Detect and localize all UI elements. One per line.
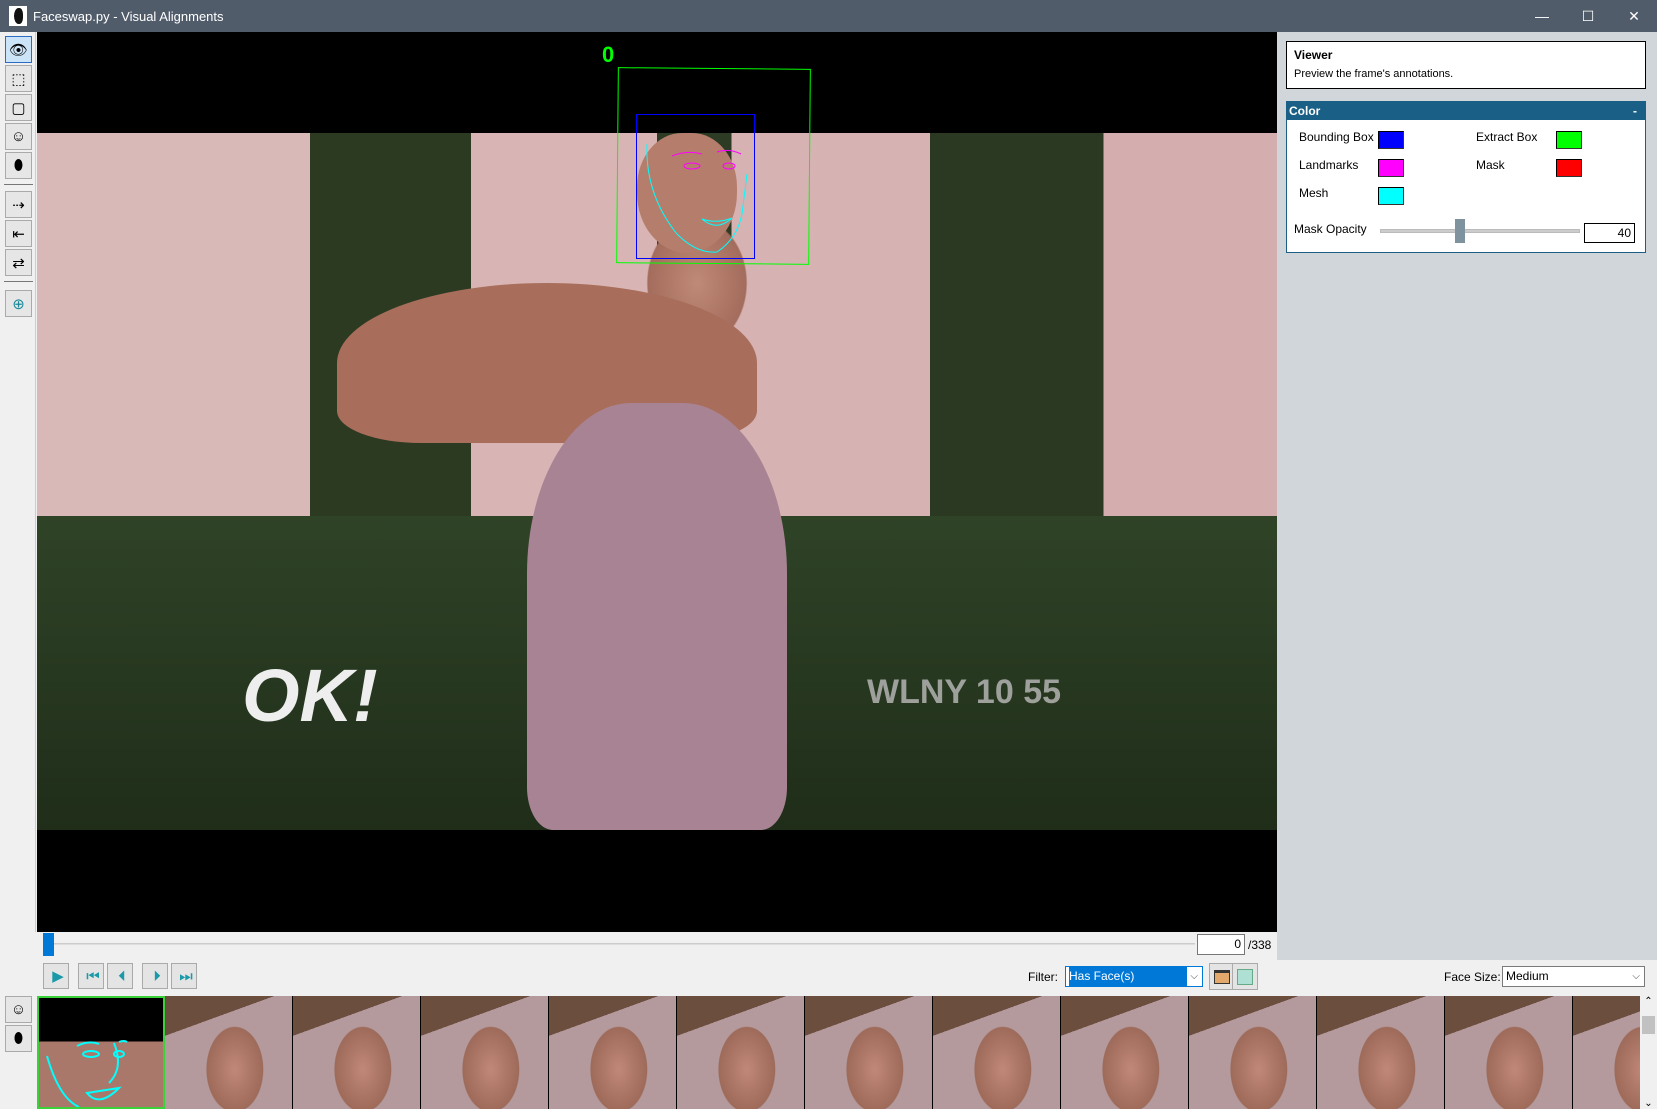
tool-info-title: Viewer bbox=[1294, 48, 1333, 62]
save-icon[interactable] bbox=[1232, 963, 1258, 990]
mask-toggle-icon[interactable]: ⬮ bbox=[5, 1025, 32, 1052]
chevron-down-icon: ⌵ bbox=[1190, 971, 1198, 982]
chevron-down-icon: ⌵ bbox=[1632, 971, 1640, 982]
scroll-down-icon[interactable]: ⌄ bbox=[1640, 1098, 1657, 1109]
mask-opacity-slider-thumb[interactable] bbox=[1455, 219, 1465, 243]
title-bar: Faceswap.py - Visual Alignments — ☐ ✕ bbox=[0, 0, 1657, 32]
filter-select-value: Has Face(s) bbox=[1069, 967, 1187, 986]
toolbar-divider bbox=[4, 281, 33, 282]
tool-info-description: Preview the frame's annotations. bbox=[1294, 68, 1454, 80]
face-thumbnail[interactable] bbox=[1189, 996, 1317, 1109]
thumbnail-mesh-overlay bbox=[46, 1040, 128, 1107]
minimize-button[interactable]: — bbox=[1519, 0, 1565, 32]
next-frame-icon[interactable]: ⏵ bbox=[142, 963, 168, 989]
filmstrip-toolbar: ☺ ⬮ bbox=[0, 996, 36, 1109]
faces-filmstrip bbox=[37, 996, 1640, 1109]
ok-tv-logo: OK! bbox=[242, 654, 378, 737]
tool-info-box: Viewer Preview the frame's annotations. bbox=[1286, 41, 1646, 89]
toolbar-divider bbox=[4, 184, 33, 185]
previous-frame-icon[interactable]: ⏴ bbox=[107, 963, 133, 989]
extract-box-tool-icon[interactable]: ▢ bbox=[5, 94, 32, 121]
mesh-color-label: Mesh bbox=[1299, 186, 1329, 200]
face-index-label: 0 bbox=[602, 42, 615, 67]
face-size-label: Face Size: bbox=[1444, 970, 1501, 984]
mask-color-label: Mask bbox=[1476, 158, 1505, 172]
face-size-select-value: Medium bbox=[1506, 969, 1549, 983]
color-panel-header[interactable]: Color - bbox=[1287, 102, 1645, 120]
last-frame-icon[interactable]: ⏭ bbox=[171, 963, 197, 989]
face-thumbnail[interactable] bbox=[677, 996, 805, 1109]
color-panel-title: Color bbox=[1289, 104, 1321, 118]
window-title: Faceswap.py - Visual Alignments bbox=[33, 8, 224, 24]
filter-select[interactable]: Has Face(s) ⌵ bbox=[1065, 966, 1203, 987]
landmarks-color-swatch[interactable] bbox=[1378, 159, 1404, 177]
frame-navigation-row: 0 /338 bbox=[37, 932, 1277, 960]
face-thumbnail[interactable] bbox=[805, 996, 933, 1109]
mask-tool-icon[interactable]: ⬮ bbox=[5, 152, 32, 179]
playback-controls-row: ▶ ⏮ ⏴ ⏵ ⏭ Filter: Has Face(s) ⌵ Face Siz… bbox=[37, 960, 1657, 996]
extract-box-color-swatch[interactable] bbox=[1556, 131, 1582, 149]
face-thumbnail[interactable] bbox=[933, 996, 1061, 1109]
mask-color-swatch[interactable] bbox=[1556, 159, 1582, 177]
face-thumbnail[interactable] bbox=[1061, 996, 1189, 1109]
editor-toolbar: 👁 ⬚ ▢ ☺ ⬮ ⇢ ⇤ ⇄ ⊕ bbox=[0, 32, 36, 932]
filmstrip-scrollbar[interactable]: ⌃ ⌄ bbox=[1640, 996, 1657, 1109]
frame-slider-thumb[interactable] bbox=[43, 933, 54, 956]
faceswap-app-icon bbox=[9, 6, 27, 26]
face-thumbnail[interactable] bbox=[293, 996, 421, 1109]
bounding-box-color-label: Bounding Box bbox=[1299, 130, 1374, 144]
mask-opacity-label: Mask Opacity bbox=[1294, 222, 1367, 236]
frame-number-input[interactable]: 0 bbox=[1197, 934, 1245, 955]
reload-icon[interactable]: ⇄ bbox=[5, 249, 32, 276]
extract-box-color-label: Extract Box bbox=[1476, 130, 1538, 144]
face-thumbnail[interactable] bbox=[1445, 996, 1573, 1109]
face-thumbnail[interactable] bbox=[1573, 996, 1640, 1109]
play-icon[interactable]: ▶ bbox=[43, 963, 69, 989]
frame-canvas[interactable]: OK! WLNY 10 55 0 bbox=[37, 32, 1277, 932]
landmarks-toggle-face-icon[interactable]: ☺ bbox=[5, 996, 32, 1023]
mask-opacity-input[interactable]: 40 bbox=[1584, 223, 1635, 243]
maximize-button[interactable]: ☐ bbox=[1565, 0, 1611, 32]
scroll-up-icon[interactable]: ⌃ bbox=[1640, 996, 1657, 1007]
close-button[interactable]: ✕ bbox=[1611, 0, 1657, 32]
zoom-icon[interactable]: ⊕ bbox=[5, 290, 32, 317]
copy-prev-frame-icon[interactable]: ⇤ bbox=[5, 220, 32, 247]
face-thumbnail[interactable] bbox=[1317, 996, 1445, 1109]
collapse-button[interactable]: - bbox=[1633, 104, 1637, 118]
face-thumbnail[interactable] bbox=[549, 996, 677, 1109]
wlny-logo: WLNY 10 55 bbox=[867, 673, 1062, 711]
mask-opacity-slider[interactable] bbox=[1380, 229, 1580, 233]
color-options-panel: Color - Bounding Box Extract Box Landmar… bbox=[1286, 101, 1646, 253]
bounding-box-color-swatch[interactable] bbox=[1378, 131, 1404, 149]
right-panel: Viewer Preview the frame's annotations. … bbox=[1277, 32, 1657, 960]
mesh-color-swatch[interactable] bbox=[1378, 187, 1404, 205]
frame-slider[interactable] bbox=[45, 943, 1195, 945]
face-size-select[interactable]: Medium ⌵ bbox=[1502, 966, 1645, 987]
landmark-mesh-overlay bbox=[646, 143, 748, 253]
scrollbar-thumb[interactable] bbox=[1642, 1016, 1655, 1034]
first-frame-icon[interactable]: ⏮ bbox=[78, 963, 104, 989]
landmarks-tool-face-icon[interactable]: ☺ bbox=[5, 123, 32, 150]
filter-label: Filter: bbox=[1028, 970, 1058, 984]
bounding-box-tool-icon[interactable]: ⬚ bbox=[5, 65, 32, 92]
copy-next-frame-icon[interactable]: ⇢ bbox=[5, 191, 32, 218]
landmarks-color-label: Landmarks bbox=[1299, 158, 1359, 172]
face-thumbnail[interactable] bbox=[421, 996, 549, 1109]
view-tool-eye-icon[interactable]: 👁 bbox=[5, 36, 32, 63]
face-thumbnail-selected[interactable] bbox=[37, 996, 165, 1109]
frame-total-label: /338 bbox=[1248, 938, 1272, 952]
face-thumbnail[interactable] bbox=[165, 996, 293, 1109]
